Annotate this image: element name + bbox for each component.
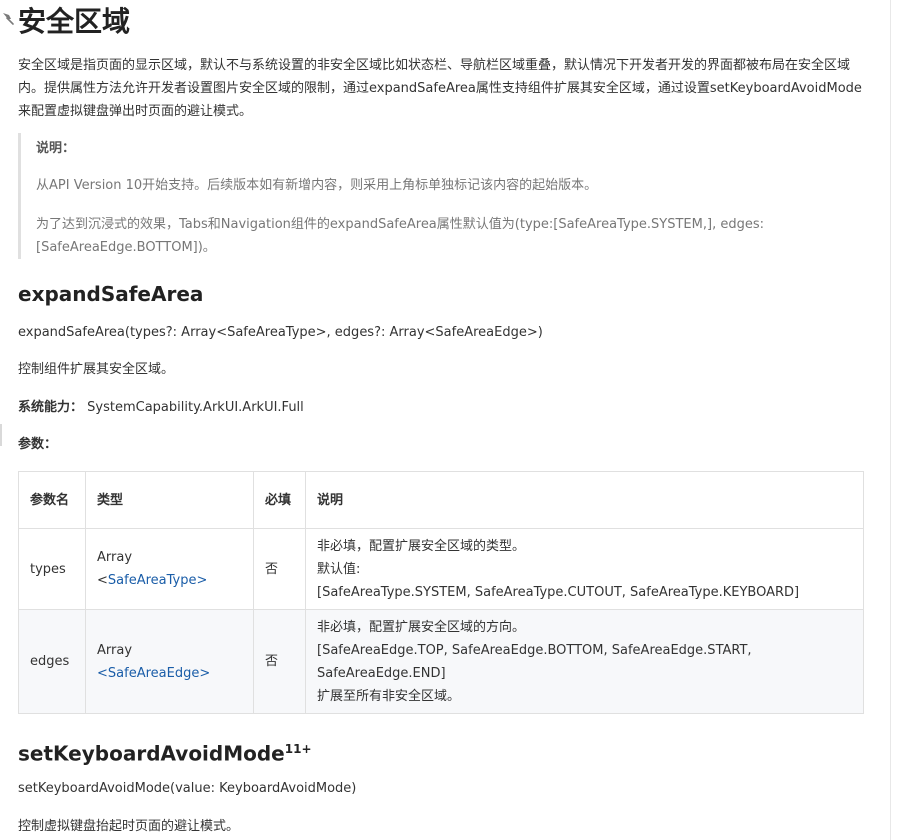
document-page: 安全区域 安全区域是指页面的显示区域，默认不与系统设置的非安全区域比如状态栏、导…: [0, 0, 891, 840]
note-block: 说明： 从API Version 10开始支持。后续版本如有新增内容，则采用上角…: [18, 133, 856, 259]
set-keyboard-avoid-mode-heading: setKeyboardAvoidMode11+: [18, 741, 312, 766]
expand-description: 控制组件扩展其安全区域。: [18, 362, 175, 377]
table-row: types Array <SafeAreaType> 否 非必填，配置扩展安全区…: [18, 528, 864, 610]
version-superscript: 11+: [284, 742, 312, 756]
expand-signature: expandSafeArea(types?: Array<SafeAreaTyp…: [18, 325, 543, 340]
pin-icon[interactable]: [0, 10, 16, 26]
table-row: edges Array <SafeAreaEdge> 否 非必填，配置扩展安全区…: [18, 609, 864, 714]
scroll-edge-marker: [0, 424, 2, 446]
capability-label: 系统能力：: [18, 400, 84, 415]
param-type-cell: Array <SafeAreaType>: [85, 528, 254, 610]
header-description: 说明: [305, 471, 864, 529]
keyboard-signature: setKeyboardAvoidMode(value: KeyboardAvoi…: [18, 781, 357, 796]
intro-paragraph: 安全区域是指页面的显示区域，默认不与系统设置的非安全区域比如状态栏、导航栏区域重…: [18, 58, 862, 119]
expand-safe-area-heading: expandSafeArea: [18, 282, 204, 306]
safe-area-edge-link[interactable]: SafeAreaEdge: [108, 666, 199, 681]
page-title: 安全区域: [18, 5, 131, 38]
param-type-cell: Array <SafeAreaEdge>: [85, 609, 254, 714]
keyboard-description: 控制虚拟键盘抬起时页面的避让模式。: [18, 819, 240, 834]
param-required-cell: 否: [253, 609, 306, 714]
note-title: 说明：: [36, 141, 76, 156]
note-paragraph-1: 从API Version 10开始支持。后续版本如有新增内容，则采用上角标单独标…: [36, 178, 598, 193]
params-label: 参数：: [18, 437, 58, 452]
note-paragraph-2: 为了达到沉浸式的效果，Tabs和Navigation组件的expandSafeA…: [36, 217, 764, 255]
header-type: 类型: [85, 471, 254, 529]
safe-area-type-link[interactable]: SafeAreaType: [108, 573, 197, 588]
header-required: 必填: [253, 471, 306, 529]
param-required-cell: 否: [253, 528, 306, 610]
params-table: 参数名 类型 必填 说明 types Array <SafeAreaType> …: [18, 471, 864, 714]
param-description-cell: 非必填，配置扩展安全区域的类型。 默认值: [SafeAreaType.SYST…: [305, 528, 864, 610]
header-param-name: 参数名: [18, 471, 86, 529]
param-description-cell: 非必填，配置扩展安全区域的方向。 [SafeAreaEdge.TOP, Safe…: [305, 609, 864, 714]
capability-value: SystemCapability.ArkUI.ArkUI.Full: [87, 400, 304, 415]
system-capability: 系统能力： SystemCapability.ArkUI.ArkUI.Full: [18, 398, 304, 418]
param-name-cell: edges: [18, 609, 86, 714]
table-header-row: 参数名 类型 必填 说明: [18, 471, 864, 529]
param-name-cell: types: [18, 528, 86, 610]
